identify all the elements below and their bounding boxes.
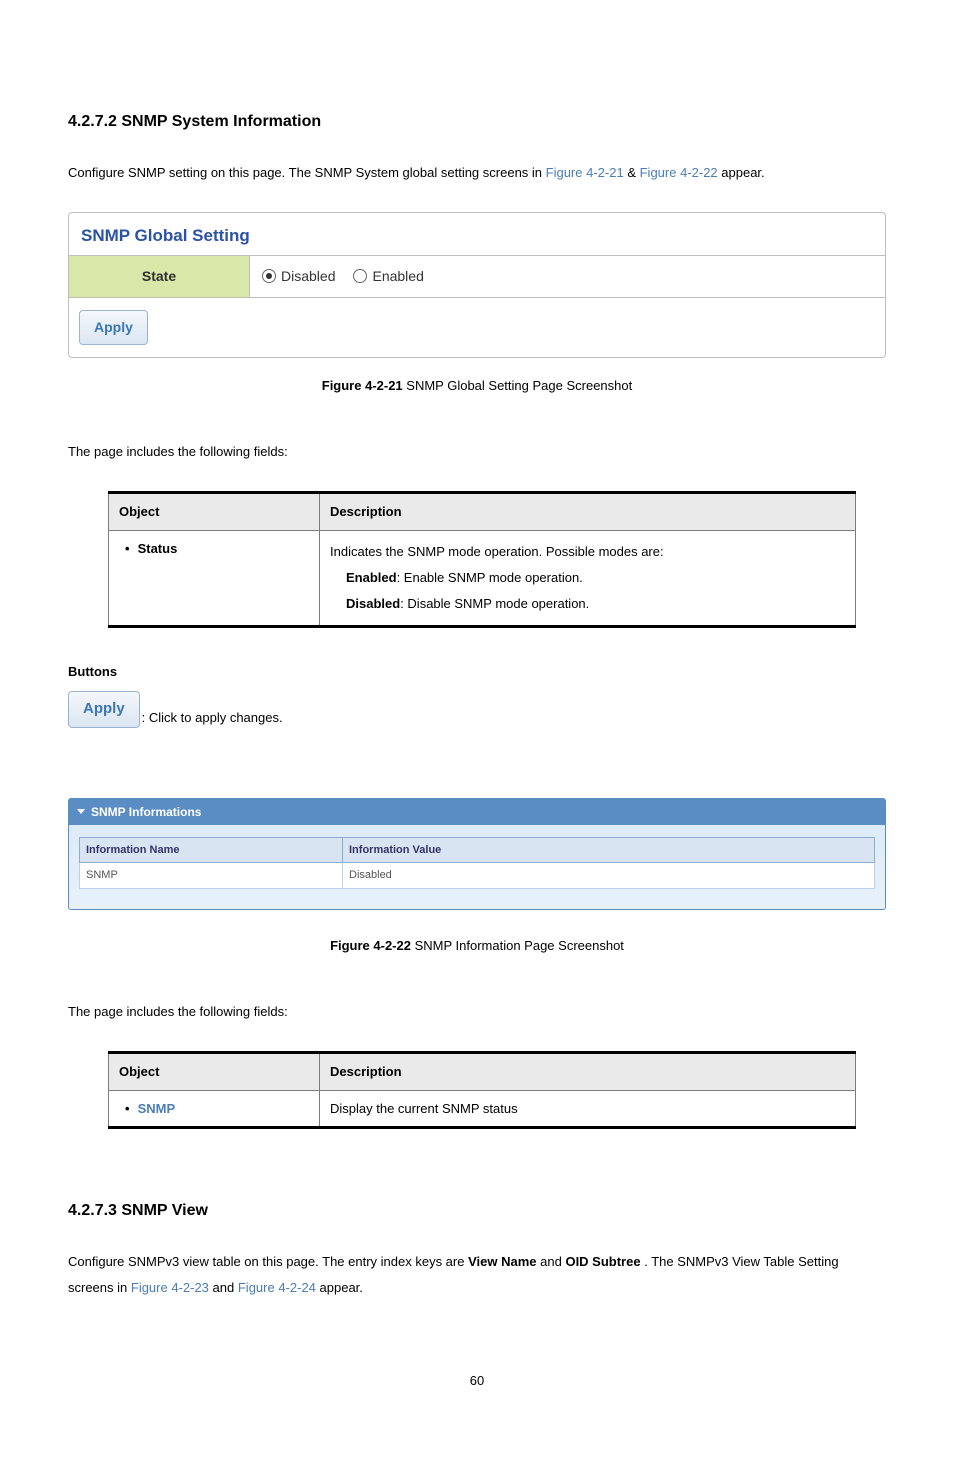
desc-disabled-rest: : Disable SNMP mode operation.: [400, 596, 589, 611]
fields-intro-1: The page includes the following fields:: [68, 439, 886, 465]
fields-table-2-wrap: Object Description SNMP Display the curr…: [108, 1051, 856, 1129]
buttons-heading: Buttons: [68, 662, 886, 682]
col-object-2: Object: [109, 1053, 320, 1091]
col-object-1: Object: [109, 493, 320, 531]
snmp-informations-table: Information Name Information Value SNMP …: [79, 837, 875, 889]
bullet-snmp-label: SNMP: [138, 1099, 176, 1119]
desc-enabled-rest: : Enable SNMP mode operation.: [397, 570, 583, 585]
section-heading-1: 4.2.7.2 SNMP System Information: [68, 110, 886, 134]
intro-paragraph-1: Configure SNMP setting on this page. The…: [68, 160, 886, 186]
bullet-snmp: SNMP: [119, 1099, 309, 1119]
snmp-informations-panel: SNMP Informations Information Name Infor…: [68, 798, 886, 910]
snmp-informations-title: SNMP Informations: [91, 803, 201, 821]
figure-caption-2-bold: Figure 4-2-22: [330, 938, 411, 953]
apply-button-2[interactable]: Apply: [68, 691, 140, 728]
sec2-prefix: Configure SNMPv3 view table on this page…: [68, 1254, 468, 1269]
radio-dot-icon: [353, 269, 367, 283]
sec2-mid3: and: [213, 1280, 238, 1295]
desc-cell-snmp: Display the current SNMP status: [320, 1090, 856, 1128]
fields-intro-2: The page includes the following fields:: [68, 999, 886, 1025]
figure-caption-2: Figure 4-2-22 SNMP Information Page Scre…: [68, 936, 886, 956]
sec2-suffix: appear.: [320, 1280, 363, 1295]
figure-link-4-2-22[interactable]: Figure 4-2-22: [640, 165, 718, 180]
radio-enabled[interactable]: Enabled: [353, 266, 423, 287]
bullet-status: Status: [119, 539, 309, 559]
intro-amp: &: [627, 165, 639, 180]
info-row-name: SNMP: [80, 863, 343, 889]
figure-link-4-2-24[interactable]: Figure 4-2-24: [238, 1280, 316, 1295]
radio-dot-checked-icon: [262, 269, 276, 283]
sec2-bold2: OID Subtree: [565, 1254, 640, 1269]
info-row-value: Disabled: [343, 863, 875, 889]
figure-caption-1: Figure 4-2-21 SNMP Global Setting Page S…: [68, 376, 886, 396]
snmp-box-title: SNMP Global Setting: [69, 213, 885, 256]
fields-table-1: Object Description Status Indicates the …: [108, 491, 856, 628]
fields-table-1-wrap: Object Description Status Indicates the …: [108, 491, 856, 628]
radio-disabled-label: Disabled: [281, 266, 335, 287]
bullet-status-label: Status: [138, 539, 178, 559]
sec2-bold1: View Name: [468, 1254, 536, 1269]
info-col-name: Information Name: [80, 837, 343, 863]
radio-disabled[interactable]: Disabled: [262, 266, 335, 287]
figure-caption-2-rest: SNMP Information Page Screenshot: [411, 938, 624, 953]
snmp-global-setting-box: SNMP Global Setting State Disabled Enabl…: [68, 212, 886, 358]
intro-paragraph-2: Configure SNMPv3 view table on this page…: [68, 1249, 886, 1301]
col-desc-2: Description: [320, 1053, 856, 1091]
radio-enabled-label: Enabled: [372, 266, 423, 287]
figure-link-4-2-23[interactable]: Figure 4-2-23: [131, 1280, 209, 1295]
apply-button-desc: : Click to apply changes.: [142, 708, 283, 728]
desc-disabled-bold: Disabled: [346, 596, 400, 611]
apply-button[interactable]: Apply: [79, 310, 148, 345]
caret-down-icon: [77, 809, 85, 814]
document-page: 4.2.7.2 SNMP System Information Configur…: [0, 0, 954, 1471]
buttons-row: Apply : Click to apply changes.: [68, 691, 886, 728]
page-number: 60: [68, 1371, 886, 1391]
desc-line1: Indicates the SNMP mode operation. Possi…: [330, 539, 845, 565]
fields-table-2: Object Description SNMP Display the curr…: [108, 1051, 856, 1129]
state-label: State: [69, 256, 250, 297]
figure-caption-1-bold: Figure 4-2-21: [322, 378, 403, 393]
col-desc-1: Description: [320, 493, 856, 531]
intro-text: Configure SNMP setting on this page. The…: [68, 165, 546, 180]
desc-enabled: Enabled: Enable SNMP mode operation.: [346, 565, 845, 591]
snmp-informations-header[interactable]: SNMP Informations: [69, 799, 885, 825]
desc-cell-status: Indicates the SNMP mode operation. Possi…: [320, 530, 856, 626]
state-value: Disabled Enabled: [250, 256, 885, 297]
desc-disabled: Disabled: Disable SNMP mode operation.: [346, 591, 845, 617]
info-col-value: Information Value: [343, 837, 875, 863]
obj-cell-status: Status: [109, 530, 320, 626]
intro-suffix: appear.: [721, 165, 764, 180]
figure-caption-1-rest: SNMP Global Setting Page Screenshot: [403, 378, 633, 393]
obj-cell-snmp: SNMP: [109, 1090, 320, 1128]
snmp-state-row: State Disabled Enabled: [69, 256, 885, 298]
desc-enabled-bold: Enabled: [346, 570, 397, 585]
apply-button-wrap: Apply: [69, 298, 885, 345]
sec2-mid1: and: [540, 1254, 565, 1269]
section-heading-2: 4.2.7.3 SNMP View: [68, 1199, 886, 1223]
figure-link-4-2-21[interactable]: Figure 4-2-21: [546, 165, 624, 180]
